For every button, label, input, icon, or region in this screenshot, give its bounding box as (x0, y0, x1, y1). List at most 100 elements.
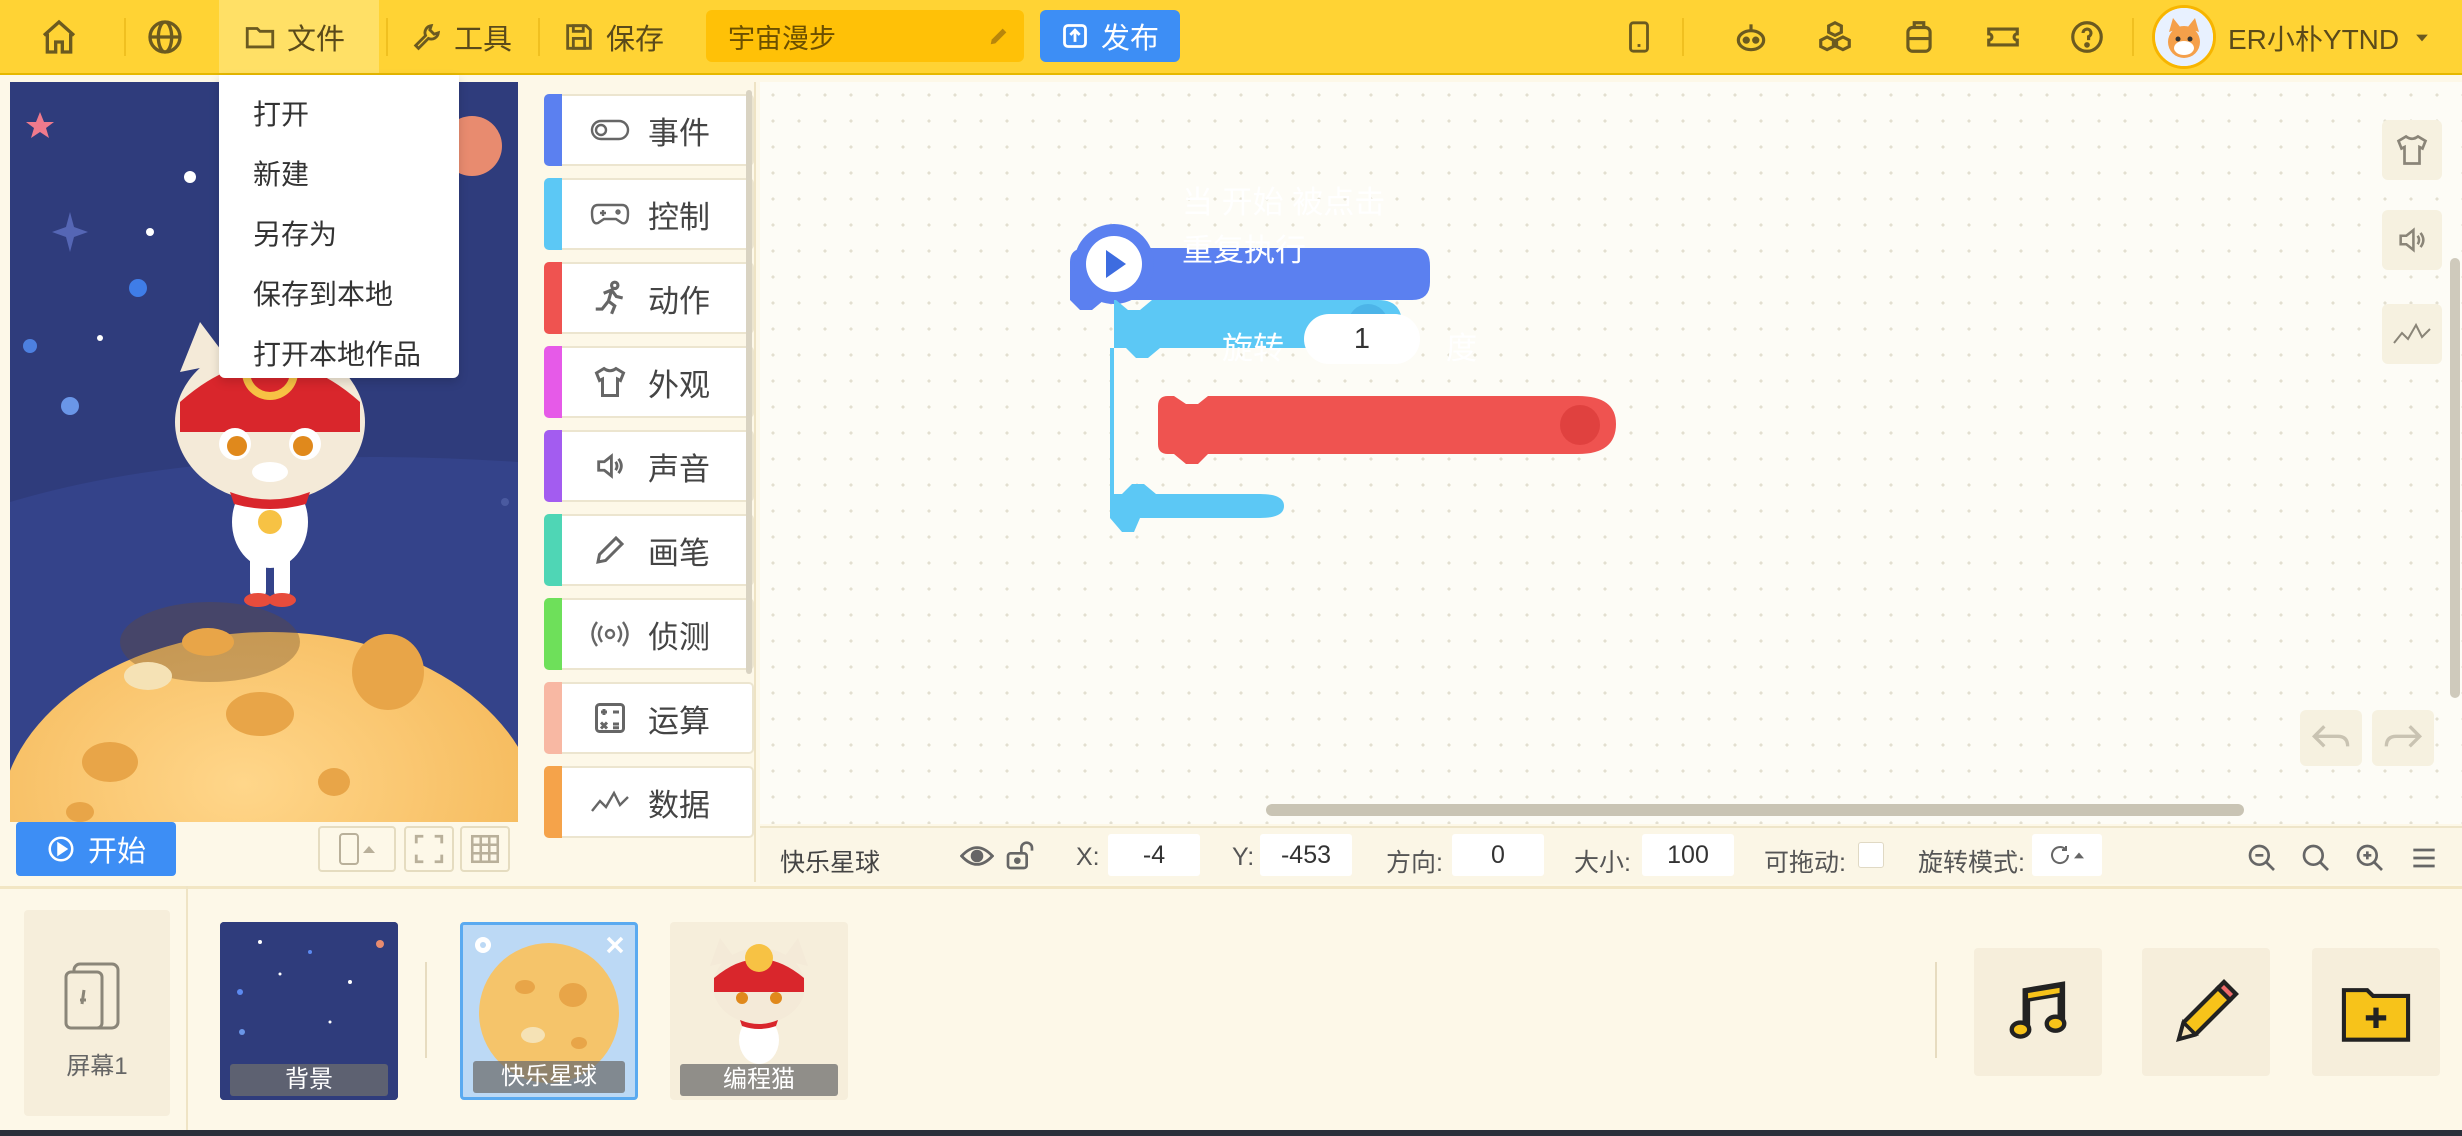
category-sensing[interactable]: 侦测 (544, 598, 754, 670)
paint-button[interactable] (2142, 948, 2270, 1076)
globe-icon[interactable] (130, 10, 200, 64)
start-button[interactable]: 开始 (16, 822, 176, 876)
add-folder-button[interactable] (2312, 948, 2440, 1076)
zoom-reset-icon[interactable] (2300, 842, 2332, 874)
chevron-down-icon[interactable] (2412, 28, 2432, 48)
workspace-horizontal-scrollbar[interactable] (1266, 804, 2244, 816)
caret-up-icon (2074, 852, 2084, 859)
sprite-label: 编程猫 (680, 1064, 838, 1096)
category-label: 侦测 (648, 619, 710, 655)
category-label: 外观 (648, 367, 710, 403)
add-sound-button[interactable] (1974, 948, 2102, 1076)
phone-icon (339, 833, 359, 865)
help-icon[interactable] (2052, 10, 2122, 64)
rotation-mode-select[interactable] (2032, 834, 2102, 876)
direction-input[interactable]: 0 (1452, 834, 1544, 876)
menu-item-new[interactable]: 新建 (219, 145, 459, 205)
category-data[interactable]: 数据 (544, 766, 754, 838)
script-stack (1070, 224, 1616, 532)
ticket-icon[interactable] (1968, 10, 2038, 64)
category-events[interactable]: 事件 (544, 94, 754, 166)
backpack-icon[interactable] (1884, 10, 1954, 64)
rotation-mode-label: 旋转模式: (1918, 849, 2025, 877)
size-input[interactable]: 100 (1642, 834, 1734, 876)
category-looks[interactable]: 外观 (544, 346, 754, 418)
undo-button[interactable] (2300, 710, 2362, 766)
menu-item-open[interactable]: 打开 (219, 85, 459, 145)
fullscreen-button[interactable] (404, 826, 454, 872)
redo-button[interactable] (2372, 710, 2434, 766)
grid-toggle[interactable] (460, 826, 510, 872)
running-icon (595, 280, 624, 315)
file-menu[interactable]: 文件 (219, 0, 379, 73)
tools-menu-label: 工具 (454, 23, 513, 56)
redo-icon (2384, 725, 2423, 748)
robot-icon[interactable] (1716, 10, 1786, 64)
block-categories: 事件 控制 动作 外观 声音 画笔 侦测 运算 数据 (526, 82, 756, 882)
home-icon[interactable] (24, 10, 94, 64)
sprite-card-happy-planet[interactable]: 快乐星球 (460, 922, 638, 1100)
sprite-card-background[interactable]: 背景 (220, 922, 398, 1100)
menu-item-save-as[interactable]: 另存为 (219, 205, 459, 265)
category-scrollbar[interactable] (746, 90, 752, 674)
avatar[interactable] (2152, 5, 2216, 69)
rotate-block[interactable] (1158, 396, 1616, 464)
rotate-degrees-input[interactable]: 1 (1304, 314, 1420, 364)
draggable-checkbox[interactable] (1858, 842, 1884, 868)
variable-monitor-tab[interactable] (2382, 304, 2442, 364)
workspace-vertical-scrollbar[interactable] (2450, 258, 2460, 698)
category-label: 事件 (648, 115, 710, 151)
repeat-block-label: 重复执行 (1182, 233, 1306, 268)
speaker-icon (597, 453, 623, 479)
file-dropdown-menu: 打开 新建 另存为 保存到本地 打开本地作品 (219, 75, 459, 378)
sprite-card-coding-cat[interactable]: 编程猫 (670, 922, 848, 1100)
publish-label: 发布 (1100, 23, 1159, 55)
sprite-name-field[interactable]: 快乐星球 (780, 843, 880, 879)
wrench-icon (413, 23, 440, 50)
category-pen[interactable]: 画笔 (544, 514, 754, 586)
device-selector[interactable] (318, 826, 396, 872)
menu-item-open-local[interactable]: 打开本地作品 (219, 325, 459, 385)
unlock-icon[interactable] (1004, 840, 1036, 872)
save-menu-label: 保存 (606, 23, 665, 56)
project-name-text: 宇宙漫步 (728, 23, 836, 54)
music-note-icon (2009, 981, 2067, 1039)
save-menu[interactable]: 保存 (538, 0, 688, 73)
hexagons-icon[interactable] (1800, 10, 1870, 64)
pen-icon (596, 535, 625, 564)
menu-item-save-local[interactable]: 保存到本地 (219, 265, 459, 325)
code-workspace[interactable]: 当 开始 被点击 重复执行 旋转 1 度 (760, 82, 2462, 824)
screen-label: 屏幕1 (66, 1053, 128, 1080)
costume-tab[interactable] (2382, 120, 2442, 180)
shirt-icon (2396, 134, 2428, 165)
publish-button[interactable]: 发布 (1040, 10, 1180, 62)
shirt-icon (594, 366, 626, 397)
zoom-in-icon[interactable] (2354, 842, 2386, 874)
size-label: 大小: (1574, 849, 1631, 877)
settings-icon[interactable] (471, 933, 495, 957)
sound-tab[interactable] (2382, 210, 2442, 270)
zoom-out-icon[interactable] (2246, 842, 2278, 874)
tools-menu[interactable]: 工具 (386, 0, 536, 73)
tablet-icon[interactable] (1604, 10, 1674, 64)
user-name[interactable]: ER小朴YTND (2228, 18, 2399, 58)
x-input[interactable]: -4 (1108, 834, 1200, 876)
y-input[interactable]: -453 (1260, 834, 1352, 876)
project-name-input[interactable]: 宇宙漫步 (706, 10, 1024, 62)
category-operators[interactable]: 运算 (544, 682, 754, 754)
line-chart-icon (591, 790, 629, 812)
caret-up-icon (363, 846, 375, 853)
direction-value: 0 (1491, 840, 1505, 869)
x-value: -4 (1142, 840, 1166, 869)
start-label: 开始 (87, 836, 146, 868)
screen-card[interactable]: 屏幕1 (24, 910, 170, 1116)
eye-icon[interactable] (960, 842, 994, 870)
category-label: 数据 (648, 787, 710, 823)
category-sound[interactable]: 声音 (544, 430, 754, 502)
category-motion[interactable]: 动作 (544, 262, 754, 334)
menu-icon[interactable] (2408, 842, 2440, 874)
x-label: X: (1076, 843, 1100, 871)
rotate-block-label: 旋转 (1222, 331, 1284, 366)
close-icon[interactable] (603, 933, 627, 957)
category-control[interactable]: 控制 (544, 178, 754, 250)
